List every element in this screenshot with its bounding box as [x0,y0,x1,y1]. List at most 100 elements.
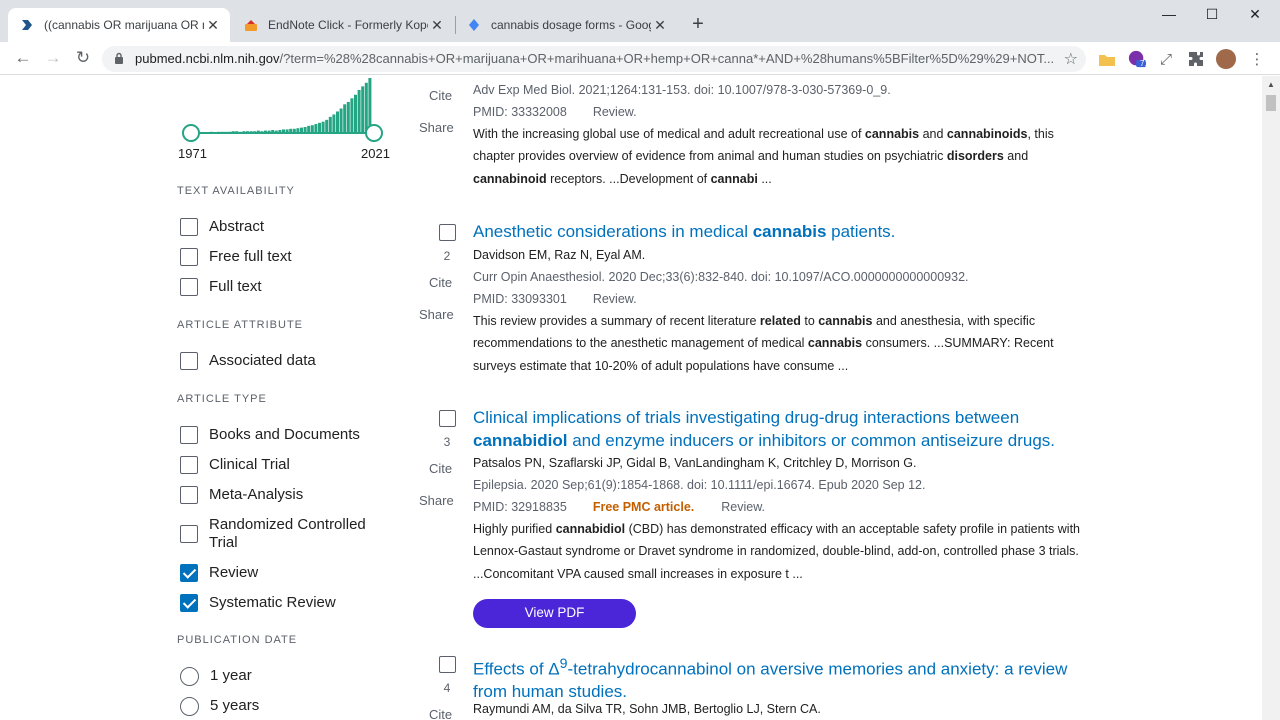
tab-title: ((cannabis OR marijuana OR mari [44,18,204,32]
filter-label: Full text [209,278,262,295]
new-tab-icon[interactable]: + [688,13,708,36]
maximize-icon[interactable]: ☐ [1189,6,1235,23]
timeline-bar [328,116,332,133]
checkbox[interactable] [180,525,198,543]
article-title-link[interactable]: Effects of Δ9-tetrahydrocannabinol on av… [473,653,1073,704]
extensions-puzzle-icon[interactable] [1187,50,1205,68]
cite-button[interactable]: Cite [429,461,463,476]
timeline-bar [350,98,354,133]
timeline-bar [314,124,318,133]
bookmark-star-icon[interactable]: ☆ [1064,49,1078,69]
timeline-svg [182,78,383,142]
minimize-icon[interactable]: — [1146,6,1192,22]
timeline-bar [318,122,321,133]
timeline-end-handle[interactable] [365,124,383,142]
timeline-bar [307,125,311,133]
facet-heading-article-attribute: ARTICLE ATTRIBUTE [177,319,304,331]
result-number: 3 [443,435,451,449]
url-text: pubmed.ncbi.nlm.nih.gov/?term=%28%28cann… [135,51,1055,66]
timeline-bar [361,86,365,133]
timeline-bar [357,89,361,133]
filter-books-and-documents[interactable]: Books and Documents [180,426,360,444]
tab-close-icon[interactable]: ✕ [204,17,222,34]
authors: Davidson EM, Raz N, Eyal AM. [473,248,646,262]
checkbox-checked[interactable] [180,594,198,612]
share-button[interactable]: Share [419,120,454,135]
checkbox[interactable] [180,486,198,504]
extension-badge-count: 71 [1140,59,1149,68]
article-title-link[interactable]: Clinical implications of trials investig… [473,407,1083,452]
cite-button[interactable]: Cite [429,88,463,103]
checkbox[interactable] [180,456,198,474]
view-pdf-button[interactable]: View PDF [473,599,636,628]
article-type: Review. [721,500,766,514]
cite-button[interactable]: Cite [429,707,463,720]
close-window-icon[interactable]: ✕ [1232,6,1278,23]
menu-kebab-icon[interactable]: ⋮ [1248,50,1266,68]
scroll-thumb[interactable] [1266,95,1276,111]
article-title-link[interactable]: Anesthetic considerations in medical can… [473,221,1073,244]
timeline-bar [325,119,329,133]
citation-text: Epilepsia. 2020 Sep;61(9):1854-1868. doi… [473,478,926,492]
timeline-bar [310,125,314,133]
address-bar[interactable]: pubmed.ncbi.nlm.nih.gov/?term=%28%28cann… [102,46,1086,72]
lock-icon [115,52,123,64]
tab-endnote[interactable]: EndNote Click - Formerly Kopern ✕ [232,8,454,42]
filter-1-year[interactable]: 1 year [180,667,252,686]
cite-button[interactable]: Cite [429,275,463,290]
timeline-bar [364,82,368,133]
scroll-up-arrow-icon[interactable]: ▲ [1267,80,1275,89]
checkbox[interactable] [180,218,198,236]
filter-label: 1 year [210,667,252,684]
filter-meta-analysis[interactable]: Meta-Analysis [180,486,303,504]
tab-close-icon[interactable]: ✕ [651,17,669,34]
pubmed-favicon-icon [20,18,34,32]
result-select-checkbox[interactable] [439,224,456,241]
filter-clinical-trial[interactable]: Clinical Trial [180,456,290,474]
page-content: 1971 2021 TEXT AVAILABILITY Abstract Fre… [0,76,1262,720]
fullscreen-icon[interactable]: ⤢ [1157,50,1175,68]
filter-randomized-controlled-trial[interactable]: Randomized Controlled Trial [180,516,389,552]
share-button[interactable]: Share [419,493,454,508]
abstract-snippet: This review provides a summary of recent… [473,314,1054,373]
filter-abstract[interactable]: Abstract [180,218,264,236]
reload-icon[interactable]: ↻ [72,48,94,68]
tab-close-icon[interactable]: ✕ [428,17,446,34]
tab-pubmed[interactable]: ((cannabis OR marijuana OR mari ✕ [8,8,230,42]
filter-systematic-review[interactable]: Systematic Review [180,594,336,612]
filter-label: Review [209,564,259,581]
result-select-checkbox[interactable] [439,656,456,673]
share-button[interactable]: Share [419,307,454,322]
timeline-end-year: 2021 [361,146,390,161]
checkbox[interactable] [180,352,198,370]
radio-button[interactable] [180,667,199,686]
pmid: PMID: 33093301 [473,292,567,306]
filter-5-years[interactable]: 5 years [180,697,259,716]
forward-icon[interactable]: → [42,48,64,68]
checkbox[interactable] [180,248,198,266]
page-scrollbar[interactable]: ▲ [1262,76,1280,720]
result-number: 2 [443,249,451,263]
filter-free-full-text[interactable]: Free full text [180,248,292,266]
folder-icon[interactable] [1098,50,1116,68]
result-select-checkbox[interactable] [439,410,456,427]
radio-button[interactable] [180,697,199,716]
free-pmc-link[interactable]: Free PMC article. [593,500,694,514]
filter-associated-data[interactable]: Associated data [180,352,316,370]
checkbox[interactable] [180,426,198,444]
checkbox[interactable] [180,278,198,296]
back-icon[interactable]: ← [12,48,34,68]
profile-avatar[interactable] [1216,49,1236,69]
facet-heading-publication-date: PUBLICATION DATE [177,634,298,646]
filter-full-text[interactable]: Full text [180,278,262,296]
checkbox-checked[interactable] [180,564,198,582]
article-type: Review. [592,292,637,306]
pmid-line: PMID: 33093301 Review. [473,292,637,306]
filter-review[interactable]: Review [180,564,258,582]
tab-title: cannabis dosage forms - Google [491,18,651,32]
tab-google[interactable]: cannabis dosage forms - Google ✕ [455,8,677,42]
timeline-start-handle[interactable] [182,124,200,142]
endnote-favicon-icon [244,18,258,32]
year-timeline-chart[interactable]: 1971 2021 [178,76,390,166]
filter-label: Books and Documents [209,426,360,443]
